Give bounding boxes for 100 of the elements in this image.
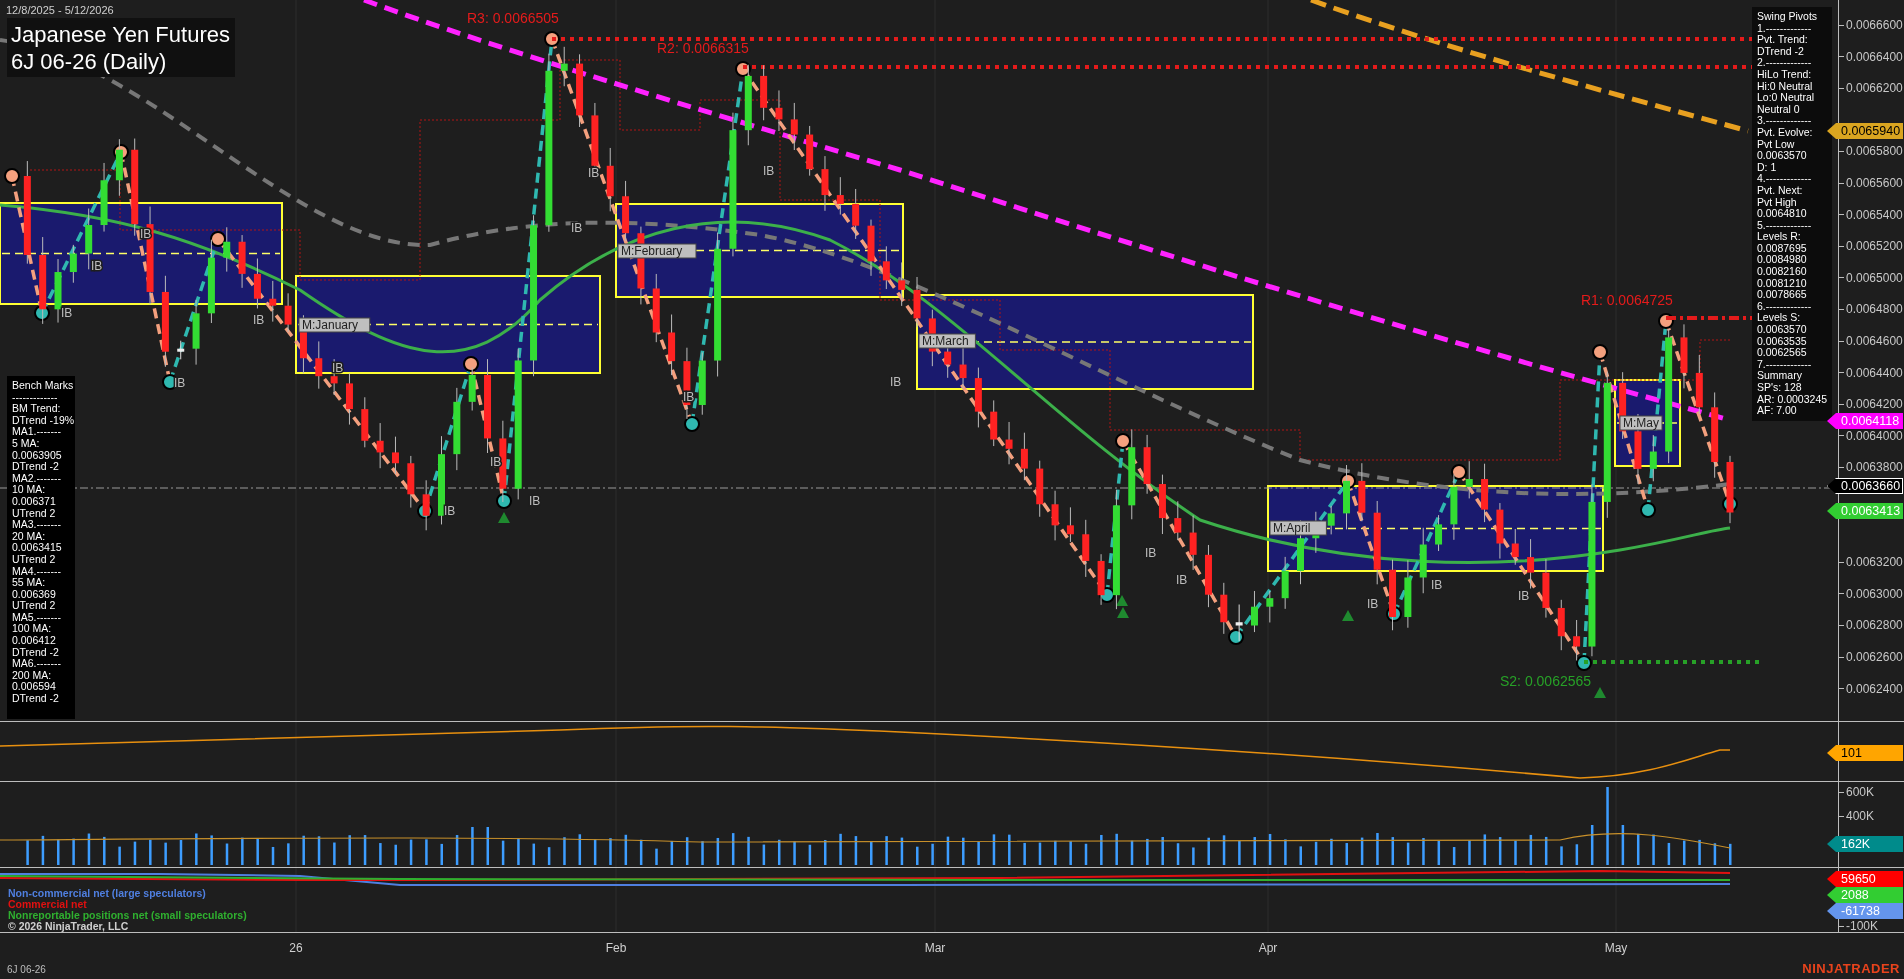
panel-line: 0.006371 <box>12 495 57 508</box>
panel-line: 5 MA: <box>12 437 41 450</box>
panel-line: MA2.------- <box>12 472 62 485</box>
ib-label: IB <box>1176 573 1188 587</box>
copyright-text: © 2026 NinjaTrader, LLC <box>8 921 130 932</box>
panel-line: 0.006369 <box>12 588 57 601</box>
panel-line: DTrend -2 <box>1757 45 1805 58</box>
ib-label: IB <box>61 306 73 320</box>
ib-label: IB <box>174 376 186 390</box>
panel-line: UTrend 2 <box>12 507 57 520</box>
ib-label: IB <box>253 313 265 327</box>
legend-label: Nonreportable positions net (small speculators) <box>8 910 247 921</box>
panel-line: AF: 7.00 <box>1757 405 1798 417</box>
panel-line: MA3.------- <box>12 519 62 531</box>
price-tag: 0.0063660 <box>1827 478 1903 494</box>
ib-label: IB <box>1431 578 1443 592</box>
axis-label: 0.0065600 <box>1839 176 1903 190</box>
panel-line: Lo:0 Neutral <box>1757 92 1816 104</box>
panel-line: 55 MA: <box>12 577 47 589</box>
axis-label: -100K <box>1839 919 1879 933</box>
axis-label: 0.0066400 <box>1839 49 1903 64</box>
level-label: R1: 0.0064725 <box>1581 292 1673 308</box>
panel-line: Levels S: <box>1757 312 1802 325</box>
panel-line: MA4.------- <box>12 565 62 578</box>
axis-label: 26 <box>289 941 303 955</box>
legend-label: Non-commercial net (large speculators) <box>8 888 207 899</box>
panel-line: AR: 0.0003245 <box>1757 393 1827 406</box>
panel-line: 0.0063415 <box>12 542 63 554</box>
price-tag: 59650 <box>1827 871 1903 887</box>
panel-line: MA6.------- <box>12 658 62 670</box>
panel-line: 2.------------- <box>1757 57 1813 69</box>
panel-line: Swing Pivots <box>1757 11 1819 23</box>
panel-line: DTrend -2 <box>12 646 60 659</box>
level-label: R3: 0.0066505 <box>467 10 559 26</box>
panel-line: 3.------------- <box>1757 115 1813 127</box>
chart-title: Japanese Yen Futures <box>11 21 230 48</box>
price-tag: -61738 <box>1827 903 1903 919</box>
ib-label: IB <box>890 375 902 389</box>
axis-label: 0.0064600 <box>1839 334 1903 348</box>
price-tag: 0.0064118 <box>1827 413 1903 429</box>
panel-line: 0.0084980 <box>1757 254 1808 267</box>
panel-line: 0.0078665 <box>1757 289 1808 301</box>
panel-line: 5.------------- <box>1757 219 1813 232</box>
price-tag: 0.0065940 <box>1827 123 1903 139</box>
panel-line: DTrend -2 <box>12 693 60 705</box>
panel-line: 200 MA: <box>12 669 53 682</box>
panel-line: 7.------------- <box>1757 358 1813 371</box>
date-range: 12/8/2025 - 5/12/2026 <box>6 4 114 16</box>
axis-label: 0.0062400 <box>1839 681 1903 696</box>
panel-line: 10 MA: <box>12 484 47 496</box>
level-label: S2: 0.0062565 <box>1500 673 1592 689</box>
panel-line: 0.0063905 <box>12 449 63 462</box>
axis-label: Feb <box>605 941 627 955</box>
axis-label: Mar <box>924 941 946 955</box>
logo-text: NINJATRADER <box>1802 961 1900 976</box>
panel-line: 0.0062565 <box>1757 347 1808 359</box>
panel-line: 20 MA: <box>12 530 47 543</box>
panel-line: 0.0063570 <box>1757 150 1808 162</box>
axis-label: 0.0063000 <box>1839 586 1903 601</box>
month-label: M:May <box>1619 415 1663 431</box>
axis-label: 0.0062600 <box>1839 650 1903 664</box>
ib-label: IB <box>571 221 583 235</box>
axis-label: 0.0065000 <box>1839 270 1903 285</box>
ib-label: IB <box>91 259 103 273</box>
panel-line: 100 MA: <box>12 623 53 636</box>
panel-line: Pvt. Evolve: <box>1757 126 1814 139</box>
price-tag: 2088 <box>1827 887 1903 903</box>
panel-line: MA1.------- <box>12 426 62 438</box>
ib-label: IB <box>1518 589 1530 603</box>
panel-line: Pvt High <box>1757 196 1798 209</box>
ib-label: IB <box>490 455 502 469</box>
price-tag: 101 <box>1827 745 1903 761</box>
axis-label: 400K <box>1839 809 1875 823</box>
level-label: R2: 0.0066315 <box>657 40 749 56</box>
panel-line: Pvt. Trend: <box>1757 34 1809 46</box>
panel-line: UTrend 2 <box>12 553 57 566</box>
panel-line: 0.0063535 <box>1757 335 1808 348</box>
axis-label: 600K <box>1839 785 1875 799</box>
axis-label: 0.0065400 <box>1839 207 1903 222</box>
panel-line: Pvt Low <box>1757 138 1796 151</box>
axis-label: 0.0066600 <box>1839 18 1903 32</box>
month-label: M:April <box>1269 520 1327 536</box>
panel-line: 6.------------- <box>1757 300 1813 313</box>
chart-subtitle: 6J 06-26 (Daily) <box>11 48 168 75</box>
panel-line: D: 1 <box>1757 161 1778 174</box>
panel-line: HiLo Trend: <box>1757 68 1813 81</box>
panel-line: 4.------------- <box>1757 173 1813 185</box>
month-label: M:January <box>298 317 371 333</box>
panel-line: 0.0063570 <box>1757 324 1808 336</box>
ib-label: IB <box>444 504 456 518</box>
panel-line: 0.0081210 <box>1757 277 1808 290</box>
panel-line: 1.------------- <box>1757 22 1813 35</box>
panel-line: ------------- <box>12 391 59 404</box>
symbol-label: 6J 06-26 <box>7 964 46 975</box>
panel-line: Pvt. Next: <box>1757 184 1804 197</box>
panel-line: SP's: 128 <box>1757 382 1803 394</box>
panel-line: UTrend 2 <box>12 600 57 612</box>
ib-label: IB <box>1367 597 1379 611</box>
panel-line: Levels R: <box>1757 231 1802 243</box>
price-tag: 162K <box>1827 836 1903 852</box>
